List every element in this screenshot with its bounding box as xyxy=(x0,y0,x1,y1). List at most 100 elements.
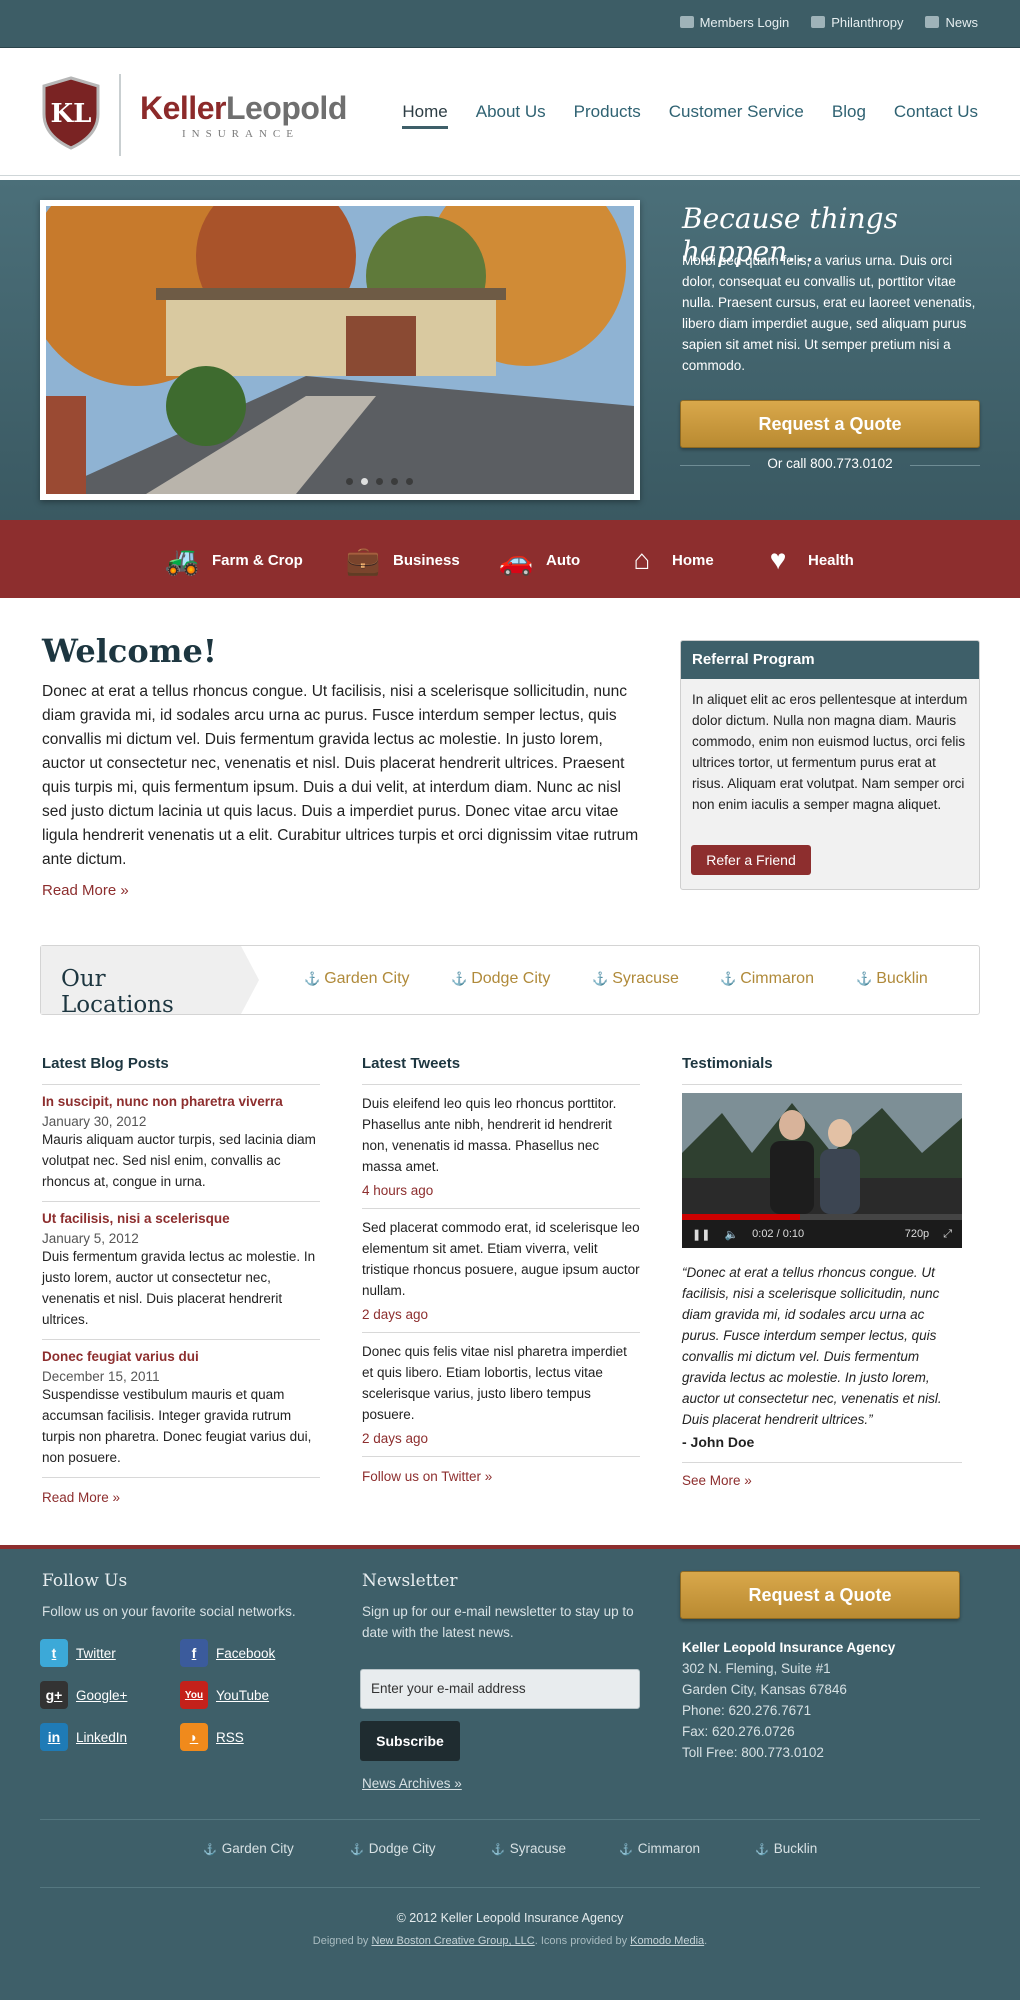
nav-products[interactable]: Products xyxy=(574,102,641,129)
location-dodge-city[interactable]: Dodge City xyxy=(451,970,550,988)
address-line-2: Garden City, Kansas 67846 xyxy=(682,1682,847,1697)
designer-link[interactable]: New Boston Creative Group, LLC xyxy=(372,1935,535,1947)
hero-slideshow-image[interactable] xyxy=(40,200,640,500)
follow-us-heading: Follow Us xyxy=(42,1571,128,1591)
nav-customer-service[interactable]: Customer Service xyxy=(669,102,804,129)
logo-wordmark[interactable]: KellerLeopold xyxy=(140,90,347,127)
address-line-1: 302 N. Fleming, Suite #1 xyxy=(682,1661,831,1676)
credit-prefix: Deigned by xyxy=(312,1935,369,1947)
top-bar: Members Login Philanthropy News xyxy=(0,0,1020,48)
youtube-icon: You xyxy=(180,1681,208,1709)
family-icon: ♥ xyxy=(769,544,787,575)
blog-post: Donec feugiat varius dui December 15, 20… xyxy=(42,1340,320,1478)
linkedin-link[interactable]: in LinkedIn xyxy=(40,1723,127,1751)
category-label: Home xyxy=(672,551,714,569)
nav-home[interactable]: Home xyxy=(402,102,448,129)
twitter-icon: t xyxy=(40,1639,68,1667)
blog-post-date: December 15, 2011 xyxy=(42,1369,160,1384)
slide-dot-4[interactable] xyxy=(391,478,398,485)
youtube-link[interactable]: You YouTube xyxy=(180,1681,269,1709)
blog-read-more-link[interactable]: Read More » xyxy=(42,1490,320,1505)
blog-heading: Latest Blog Posts xyxy=(42,1055,320,1085)
phone-number: Phone: 620.276.7671 xyxy=(682,1703,812,1718)
google-plus-icon: g+ xyxy=(40,1681,68,1709)
news-link[interactable]: News xyxy=(925,15,978,30)
credit-middle: . Icons provided by xyxy=(534,1935,628,1947)
newsletter-email-input[interactable]: Enter your e-mail address xyxy=(360,1669,640,1709)
category-health[interactable]: ♥ Health xyxy=(758,542,854,578)
location-cimmaron[interactable]: Cimmaron xyxy=(720,970,814,988)
footer-location-bucklin[interactable]: Bucklin xyxy=(755,1841,818,1856)
category-business[interactable]: 💼 Business xyxy=(343,542,460,578)
tweet-item: Duis eleifend leo quis leo rhoncus portt… xyxy=(362,1085,640,1209)
linkedin-icon: in xyxy=(40,1723,68,1751)
tweets-column: Latest Tweets Duis eleifend leo quis leo… xyxy=(362,1055,640,1484)
fax-number: Fax: 620.276.0726 xyxy=(682,1724,795,1739)
video-quality[interactable]: 720p xyxy=(905,1228,929,1240)
welcome-read-more-link[interactable]: Read More » xyxy=(42,882,129,899)
location-garden-city[interactable]: Garden City xyxy=(304,970,409,988)
video-time: 0:02 / 0:10 xyxy=(752,1228,805,1240)
blog-post-title[interactable]: Ut facilisis, nisi a scelerisque xyxy=(42,1211,230,1226)
slide-dot-1[interactable] xyxy=(346,478,353,485)
footer-request-quote-button[interactable]: Request a Quote xyxy=(680,1571,960,1619)
blog-post-body: Mauris aliquam auctor turpis, sed lacini… xyxy=(42,1132,316,1189)
insurance-categories-bar: 🚜 Farm & Crop 💼 Business 🚗 Auto ⌂ Home ♥ Heal… xyxy=(0,520,1020,598)
category-auto[interactable]: 🚗 Auto xyxy=(496,542,581,578)
car-icon: 🚗 xyxy=(498,544,534,576)
follow-us-text: Follow us on your favorite social networ… xyxy=(42,1604,296,1619)
shield-logo-icon[interactable]: KL xyxy=(40,76,102,150)
news-label: News xyxy=(945,15,978,30)
tweet-time-link[interactable]: 2 days ago xyxy=(362,1431,640,1446)
slide-dot-2[interactable] xyxy=(361,478,368,485)
location-bucklin[interactable]: Bucklin xyxy=(856,970,928,988)
testimonial-quote: “Donec at erat a tellus rhoncus congue. … xyxy=(682,1265,942,1427)
blog-post-title[interactable]: In suscipit, nunc non pharetra viverra xyxy=(42,1094,283,1109)
tweet-item: Sed placerat commodo erat, id scelerisqu… xyxy=(362,1209,640,1333)
category-label: Health xyxy=(808,551,854,569)
location-syracuse[interactable]: Syracuse xyxy=(592,970,679,988)
volume-icon[interactable]: 🔈 xyxy=(724,1228,738,1241)
logo-subtitle: INSURANCE xyxy=(182,128,299,140)
refer-a-friend-button[interactable]: Refer a Friend xyxy=(691,845,811,875)
footer-divider xyxy=(40,1887,980,1888)
blog-post-date: January 30, 2012 xyxy=(42,1114,147,1129)
house-icon: ⌂ xyxy=(633,544,651,575)
see-more-link[interactable]: See More » xyxy=(682,1462,962,1488)
footer-location-cimmaron[interactable]: Cimmaron xyxy=(619,1841,700,1856)
category-home[interactable]: ⌂ Home xyxy=(622,542,714,578)
philanthropy-link[interactable]: Philanthropy xyxy=(811,15,903,30)
twitter-link[interactable]: t Twitter xyxy=(40,1639,116,1667)
blog-post-title[interactable]: Donec feugiat varius dui xyxy=(42,1349,199,1364)
follow-twitter-link[interactable]: Follow us on Twitter » xyxy=(362,1469,640,1484)
pause-icon[interactable]: ❚❚ xyxy=(692,1228,710,1241)
subscribe-button[interactable]: Subscribe xyxy=(360,1721,460,1761)
nav-blog[interactable]: Blog xyxy=(832,102,866,129)
tweet-time-link[interactable]: 4 hours ago xyxy=(362,1183,640,1198)
category-farm-crop[interactable]: 🚜 Farm & Crop xyxy=(162,542,303,578)
nav-contact-us[interactable]: Contact Us xyxy=(894,102,978,129)
news-archives-link[interactable]: News Archives » xyxy=(362,1773,462,1794)
google-plus-link[interactable]: g+ Google+ xyxy=(40,1681,127,1709)
facebook-link[interactable]: f Facebook xyxy=(180,1639,275,1667)
footer-location-syracuse[interactable]: Syracuse xyxy=(491,1841,566,1856)
rss-icon: ◗ xyxy=(180,1723,208,1751)
tweet-item: Donec quis felis vitae nisl pharetra imp… xyxy=(362,1333,640,1457)
footer-location-garden-city[interactable]: Garden City xyxy=(203,1841,294,1856)
footer-location-dodge-city[interactable]: Dodge City xyxy=(350,1841,436,1856)
slide-dot-3[interactable] xyxy=(376,478,383,485)
fullscreen-icon[interactable]: ⤢ xyxy=(943,1228,952,1241)
credits-text: Deigned by New Boston Creative Group, LL… xyxy=(0,1935,1020,1947)
members-login-link[interactable]: Members Login xyxy=(679,15,789,30)
tweet-time-link[interactable]: 2 days ago xyxy=(362,1307,640,1322)
slide-dot-5[interactable] xyxy=(406,478,413,485)
rss-link[interactable]: ◗ RSS xyxy=(180,1723,244,1751)
newsletter-text: Sign up for our e-mail newsletter to sta… xyxy=(362,1604,634,1640)
testimonial-video[interactable]: ❚❚ 🔈 0:02 / 0:10 720p ⤢ xyxy=(682,1093,962,1248)
nav-about-us[interactable]: About Us xyxy=(476,102,546,129)
category-label: Farm & Crop xyxy=(212,551,303,569)
request-quote-button[interactable]: Request a Quote xyxy=(680,400,980,448)
komodo-media-link[interactable]: Komodo Media xyxy=(630,1935,704,1947)
referral-title: Referral Program xyxy=(681,641,979,679)
facebook-icon: f xyxy=(180,1639,208,1667)
